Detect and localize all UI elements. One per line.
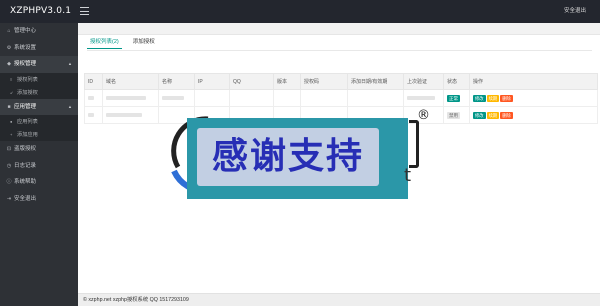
edit-button[interactable]: 修改	[473, 111, 486, 119]
thanks-banner-inner: 感谢支持	[197, 128, 379, 186]
renew-button[interactable]: 续期	[486, 94, 500, 102]
redacted-value	[106, 95, 146, 100]
table-header-row: ID 域名 名称 IP QQ 版本 授权码 添加日期/有效期 上次验证 状态 操…	[84, 73, 598, 90]
sidebar-item-add-app[interactable]: + 添加应用	[0, 128, 78, 141]
watermark-bracket	[409, 120, 419, 168]
help-icon: ⓘ	[6, 179, 12, 185]
col-qq: QQ	[229, 73, 274, 90]
col-name: 名称	[158, 73, 195, 90]
redacted-value	[162, 95, 184, 100]
thanks-banner: 感谢支持	[187, 118, 408, 199]
list-icon: ●	[10, 119, 13, 124]
col-id: ID	[84, 73, 103, 90]
registered-mark: ®	[417, 108, 430, 123]
renew-button[interactable]: 续期	[486, 111, 500, 119]
col-last-check: 上次验证	[403, 73, 444, 90]
tab-underline	[87, 50, 592, 51]
sidebar-item-license-list[interactable]: ≡ 授权列表	[0, 72, 78, 86]
edit-button[interactable]: 修改	[473, 94, 486, 102]
caret-up-icon: ▲	[68, 61, 72, 66]
sidebar-item-app-list[interactable]: ● 应用列表	[0, 115, 78, 128]
status-badge: 禁用	[447, 111, 460, 119]
breadcrumb-bar	[78, 23, 600, 35]
watermark-letter: t	[404, 165, 412, 186]
col-ip: IP	[194, 73, 230, 90]
sidebar-item-logs[interactable]: ◷ 日志记录	[0, 158, 78, 175]
hamburger-menu-icon[interactable]	[80, 7, 89, 15]
redacted-value	[106, 112, 142, 117]
shield-icon: ◆	[7, 61, 11, 67]
sidebar-item-add-license[interactable]: ↙ 添加授权	[0, 85, 78, 99]
sidebar-item-help[interactable]: ⓘ 系统帮助	[0, 174, 78, 191]
sidebar-item-pirate[interactable]: ⊡ 盗版授权	[0, 141, 78, 158]
caret-up-icon: ▲	[68, 103, 72, 109]
plus-icon: +	[10, 132, 13, 137]
tab-bar: 授权列表(2) 添加授权	[87, 36, 166, 50]
tab-add-license[interactable]: 添加授权	[130, 36, 158, 49]
logout-link-top[interactable]: 安全退出	[564, 0, 586, 23]
sidebar-item-settings[interactable]: ⚙ 系统设置	[0, 40, 78, 57]
col-version: 版本	[273, 73, 301, 90]
add-icon: ↙	[10, 89, 14, 95]
sidebar-group-apps[interactable]: ■ 应用管理 ▲	[0, 98, 78, 115]
sidebar: ⌂ 管理中心 ⚙ 系统设置 ◆ 授权管理 ▲ ≡ 授权列表 ↙ 添加授权 ■ 应用管理 ▲ ● 应…	[0, 23, 78, 306]
app-icon: ■	[7, 103, 11, 110]
app-brand: XZPHPV3.0.1	[10, 6, 72, 16]
gear-icon: ⚙	[6, 44, 12, 51]
col-domain: 域名	[102, 73, 159, 90]
footer: © xzphp.net xzphp授权系统 QQ 1517293109	[78, 293, 600, 306]
list-icon: ≡	[10, 76, 13, 82]
logout-icon: ⇥	[6, 195, 12, 202]
top-bar: XZPHPV3.0.1 安全退出	[0, 0, 600, 23]
redacted-value	[88, 95, 94, 100]
col-status: 状态	[443, 73, 470, 90]
delete-button[interactable]: 删除	[500, 111, 513, 119]
status-badge: 正常	[447, 94, 460, 102]
sidebar-group-license[interactable]: ◆ 授权管理 ▲	[0, 56, 78, 73]
redacted-value	[407, 95, 435, 100]
redacted-value	[88, 112, 94, 117]
thanks-text: 感谢支持	[211, 136, 364, 177]
thanks-watermark: 感谢支持 ® t	[164, 103, 444, 213]
col-date: 添加日期/有效期	[347, 73, 404, 90]
col-actions: 操作	[469, 73, 598, 90]
log-icon: ◷	[6, 162, 12, 169]
delete-button[interactable]: 删除	[500, 94, 513, 102]
pirate-icon: ⊡	[6, 146, 12, 152]
home-icon: ⌂	[7, 28, 11, 34]
sidebar-item-logout[interactable]: ⇥ 安全退出	[0, 191, 78, 208]
tab-license-list[interactable]: 授权列表(2)	[87, 36, 122, 49]
col-license-code: 授权码	[300, 73, 348, 90]
sidebar-item-dashboard[interactable]: ⌂ 管理中心	[0, 23, 78, 40]
